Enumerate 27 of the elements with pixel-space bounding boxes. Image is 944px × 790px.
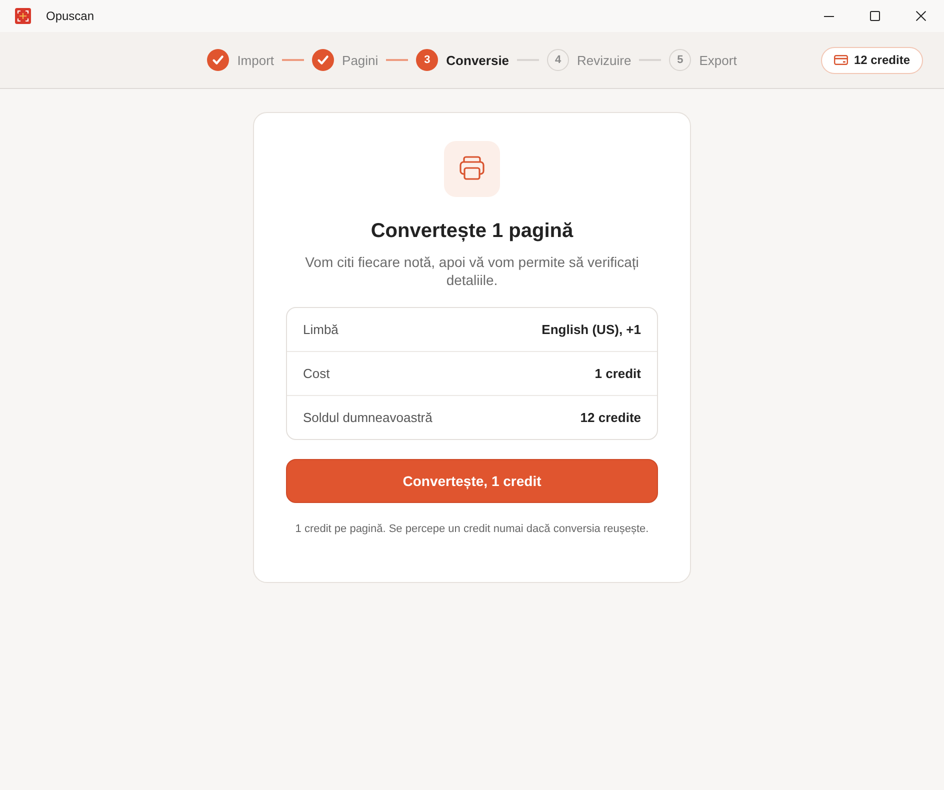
step-label: Export <box>699 52 737 68</box>
step-connector <box>282 59 304 61</box>
detail-value: English (US), +1 <box>542 322 641 337</box>
pricing-note: 1 credit pe pagină. Se percepe un credit numai dacă conversia reușește. <box>295 523 649 536</box>
app-logo-icon <box>15 8 31 24</box>
detail-value: 1 credit <box>594 366 641 381</box>
card-title: Convertește 1 pagină <box>370 219 574 243</box>
credits-button[interactable]: 12 credite <box>820 46 923 74</box>
step-number: 5 <box>669 49 692 71</box>
convert-button[interactable]: Convertește, 1 credit <box>286 459 658 503</box>
step-label: Pagini <box>342 52 378 68</box>
step-connector <box>386 59 408 61</box>
card-subtitle: Vom citi fiecare notă, apoi vă vom permite să verificați detaliile. <box>304 253 640 289</box>
step-label: Revizuire <box>577 52 632 68</box>
step-number: 4 <box>547 49 570 71</box>
close-icon <box>916 11 926 21</box>
detail-label: Cost <box>303 366 330 381</box>
window-title: Opuscan <box>46 9 94 23</box>
credit-card-icon <box>834 55 848 65</box>
detail-label: Soldul dumneavoastră <box>303 410 432 425</box>
detail-label: Limbă <box>303 322 338 337</box>
printer-icon <box>444 141 500 197</box>
step-label: Conversie <box>446 52 510 68</box>
detail-value: 12 credite <box>580 410 641 425</box>
maximize-icon <box>870 11 880 21</box>
step-number: 3 <box>416 49 438 71</box>
step-label: Import <box>237 52 274 68</box>
